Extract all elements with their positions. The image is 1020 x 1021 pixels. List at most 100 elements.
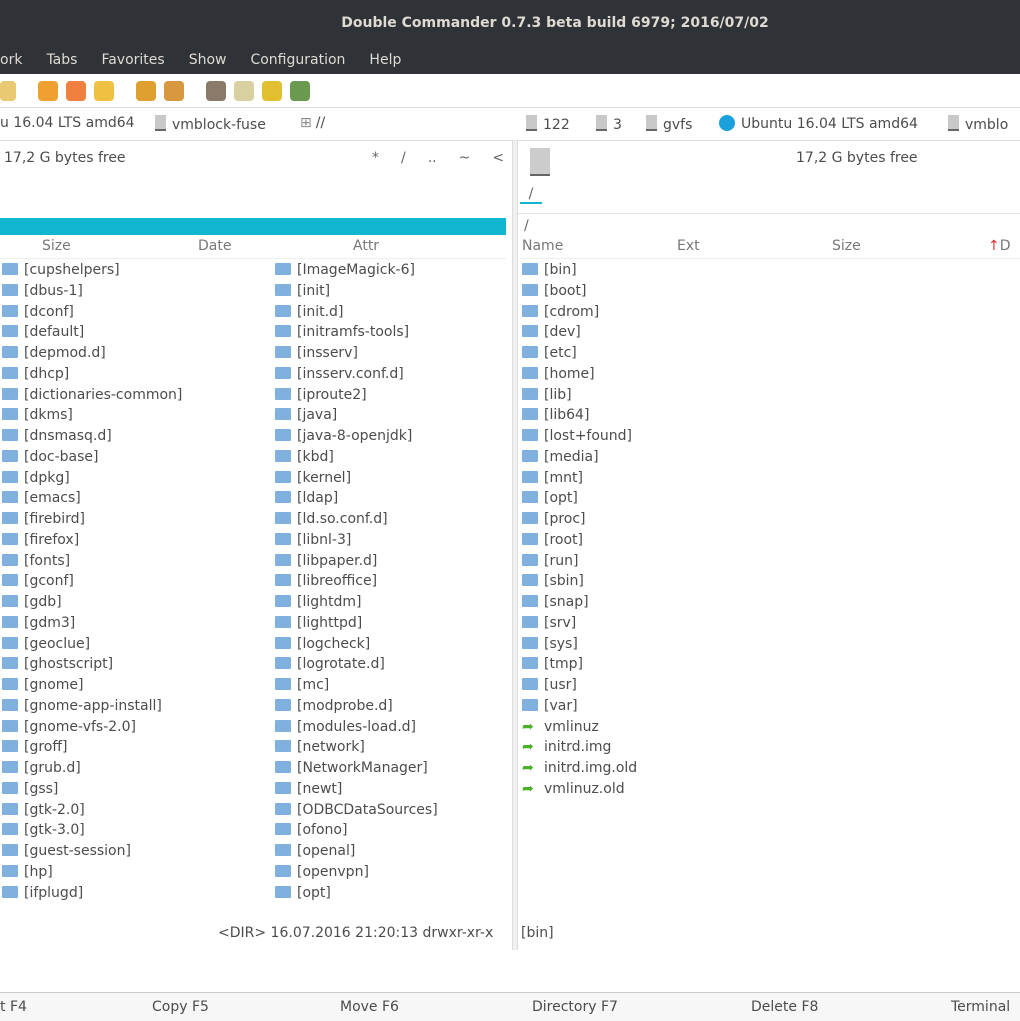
folder-item[interactable]: [logrotate.d] [275,654,385,674]
sync-icon[interactable] [262,81,282,101]
folder-item[interactable]: [insserv] [275,343,358,363]
folder-item[interactable]: [dictionaries-common] [2,385,182,405]
folder-item[interactable]: [dnsmasq.d] [2,426,112,446]
move-icon[interactable] [66,81,86,101]
left-header-date[interactable]: Date [198,238,231,254]
left-header-attr[interactable]: Attr [353,238,379,254]
folder-item[interactable]: [doc-base] [2,447,99,467]
folder-item[interactable]: [snap] [522,592,589,612]
nav-root[interactable]: / [401,150,406,166]
symlink-item[interactable]: ➦ vmlinuz [522,717,599,737]
symlink-item[interactable]: ➦ initrd.img [522,737,611,757]
nav-home[interactable]: ~ [459,150,471,166]
drive-network[interactable]: ⊞// [300,115,325,131]
folder-item[interactable]: [init] [275,281,330,301]
menu-show[interactable]: Show [189,52,227,68]
folder-item[interactable]: [ifplugd] [2,883,83,903]
folder-item[interactable]: [logcheck] [275,634,370,654]
folder-item[interactable]: [kernel] [275,468,351,488]
right-drive-icon[interactable] [530,148,550,176]
folder-item[interactable]: [openvpn] [275,862,369,882]
folder-item[interactable]: [sbin] [522,571,584,591]
move-f6-button[interactable]: Move F6 [340,999,399,1015]
folder-item[interactable]: [ld.so.conf.d] [275,509,388,529]
folder-item[interactable]: [dpkg] [2,468,70,488]
folder-item[interactable]: [var] [522,696,578,716]
folder-item[interactable]: [modprobe.d] [275,696,393,716]
folder-item[interactable]: [lighttpd] [275,613,362,633]
unpack-icon[interactable] [164,81,184,101]
folder-item[interactable]: [mnt] [522,468,583,488]
drive-ubuntu-left[interactable]: u 16.04 LTS amd64 [0,115,135,131]
folder-item[interactable]: [tmp] [522,654,583,674]
folder-item[interactable]: [java] [275,405,337,425]
drive-vmblock-fuse[interactable]: vmblock-fuse [155,115,266,133]
folder-item[interactable]: [newt] [275,779,342,799]
right-tab-root[interactable]: / [520,186,542,204]
folder-item[interactable]: [lib] [522,385,572,405]
folder-item[interactable]: [lost+found] [522,426,632,446]
folder-item[interactable]: [ODBCDataSources] [275,800,438,820]
folder-item[interactable]: [guest-session] [2,841,131,861]
folder-item[interactable]: [dhcp] [2,364,69,384]
folder-item[interactable]: [geoclue] [2,634,90,654]
folder-item[interactable]: [media] [522,447,599,467]
folder-item[interactable]: [home] [522,364,595,384]
folder-item[interactable]: [proc] [522,509,586,529]
folder-item[interactable]: [opt] [522,488,578,508]
menu-configuration[interactable]: Configuration [250,52,345,68]
folder-item[interactable]: [gnome-app-install] [2,696,162,716]
left-path-bar-active[interactable] [0,218,506,235]
folder-item[interactable]: [network] [275,737,365,757]
folder-item[interactable]: [dev] [522,322,581,342]
right-header-size[interactable]: Size [832,238,861,254]
folder-item[interactable]: [openal] [275,841,355,861]
folder-item[interactable]: [java-8-openjdk] [275,426,412,446]
folder-item[interactable]: [firebird] [2,509,85,529]
multi-rename-icon[interactable] [234,81,254,101]
nav-back[interactable]: < [492,150,504,166]
settings-icon[interactable] [290,81,310,101]
drive-122[interactable]: 122 [526,115,570,133]
edit-f4-button[interactable]: t F4 [0,999,27,1015]
folder-item[interactable]: [cupshelpers] [2,260,120,280]
right-header-date[interactable]: ↑D [988,238,1011,254]
folder-item[interactable]: [depmod.d] [2,343,106,363]
edit-icon[interactable] [0,81,16,101]
folder-item[interactable]: [mc] [275,675,329,695]
drive-vmblock-right[interactable]: vmblo [948,115,1008,133]
folder-item[interactable]: [gdm3] [2,613,75,633]
directory-f7-button[interactable]: Directory F7 [532,999,618,1015]
folder-item[interactable]: [ghostscript] [2,654,113,674]
folder-item[interactable]: [libreoffice] [275,571,377,591]
menu-favorites[interactable]: Favorites [101,52,164,68]
folder-item[interactable]: [lightdm] [275,592,361,612]
folder-item[interactable]: [gtk-2.0] [2,800,85,820]
nav-root-favorites[interactable]: * [372,150,379,166]
folder-item[interactable]: [kbd] [275,447,334,467]
folder-item[interactable]: [gdb] [2,592,62,612]
folder-item[interactable]: [libnl-3] [275,530,351,550]
terminal-button[interactable]: Terminal [951,999,1010,1015]
right-header-name[interactable]: Name [522,238,563,254]
folder-item[interactable]: [lib64] [522,405,589,425]
folder-item[interactable]: [usr] [522,675,577,695]
folder-item[interactable]: [boot] [522,281,586,301]
folder-item[interactable]: [ldap] [275,488,338,508]
copy-icon[interactable] [38,81,58,101]
folder-item[interactable]: [gss] [2,779,58,799]
folder-item[interactable]: [run] [522,551,578,571]
rename-icon[interactable] [94,81,114,101]
menu-help[interactable]: Help [369,52,401,68]
folder-item[interactable]: [gtk-3.0] [2,820,85,840]
folder-item[interactable]: [gnome-vfs-2.0] [2,717,136,737]
right-header-ext[interactable]: Ext [677,238,700,254]
pack-icon[interactable] [136,81,156,101]
right-path[interactable]: / [524,218,529,234]
folder-item[interactable]: [root] [522,530,583,550]
folder-item[interactable]: [gconf] [2,571,74,591]
panel-splitter[interactable] [512,140,518,950]
symlink-item[interactable]: ➦ vmlinuz.old [522,779,625,799]
nav-parent[interactable]: .. [428,150,437,166]
folder-item[interactable]: [firefox] [2,530,79,550]
